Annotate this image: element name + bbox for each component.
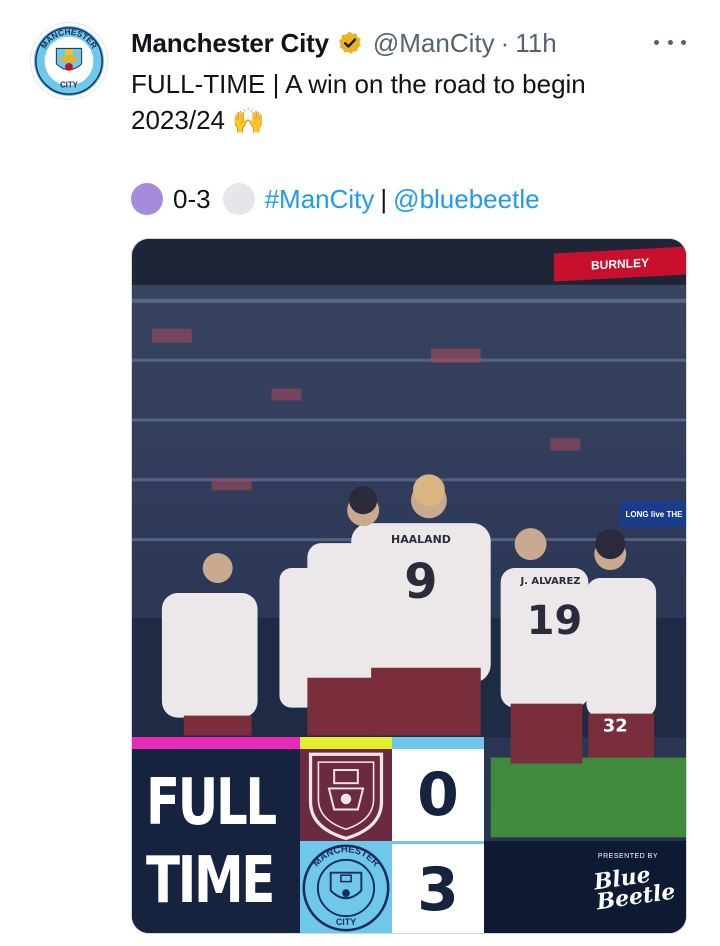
blue-beetle-logo: Blue Beetle	[592, 862, 677, 915]
timestamp[interactable]: 11h	[515, 28, 556, 59]
white-circle-icon	[222, 183, 255, 215]
full-time-panel: FULL TIME	[132, 749, 300, 933]
more-options-icon[interactable]	[654, 32, 686, 52]
city-crest-text-bottom: CITY	[336, 917, 356, 927]
tweet-text-line2-wrap: 2023/24 🙌	[131, 102, 691, 138]
city-crest-text-top: MANCHESTER	[311, 844, 381, 869]
hashtag-link[interactable]: #ManCity	[265, 184, 375, 215]
burnley-crest-icon	[308, 752, 384, 841]
ad-board: LONG live THE	[620, 501, 686, 527]
away-score: 3	[392, 841, 484, 933]
pink-strip	[132, 737, 300, 749]
time-word: TIME	[146, 844, 275, 918]
player-number-alvarez: 19	[527, 598, 582, 644]
display-name[interactable]: Manchester City	[131, 28, 329, 59]
more-dot	[667, 39, 673, 45]
player-number-haaland: 9	[404, 555, 437, 610]
tweet-text: FULL-TIME | A win on the road to begin 2…	[131, 66, 691, 138]
mention-link[interactable]: @bluebeetle	[393, 184, 539, 215]
man-city-crest-icon: MANCHESTER CITY	[302, 844, 390, 932]
handle[interactable]: @ManCity	[373, 28, 495, 59]
man-city-crest-icon: MANCHESTER CITY	[33, 25, 105, 97]
man-city-crest: MANCHESTER CITY	[300, 841, 392, 933]
avatar-text-bottom: CITY	[60, 80, 79, 89]
scoreboard: FULL TIME MANCHESTER CITY 0 3 PRESENTED …	[132, 737, 686, 933]
tweet-text-line1: FULL-TIME | A win on the road to begin	[131, 69, 586, 99]
more-dot	[681, 39, 686, 45]
raising-hands-emoji: 🙌	[232, 105, 265, 135]
tweet-text-line2: 2023/24	[131, 105, 225, 135]
burnley-crest	[300, 749, 392, 841]
avatar[interactable]: MANCHESTER CITY	[30, 22, 108, 100]
home-score: 0	[392, 749, 484, 841]
sponsor-panel: PRESENTED BY Blue Beetle	[484, 841, 686, 933]
player-name-alvarez: J. ALVAREZ	[519, 576, 580, 587]
verified-badge-icon	[338, 31, 361, 54]
more-dot	[654, 39, 659, 45]
score-tag-line: 0-3 #ManCity | @bluebeetle	[131, 180, 540, 218]
separator-dot: ·	[500, 27, 510, 58]
presented-by-text: PRESENTED BY	[597, 853, 658, 860]
player-name-haaland: HAALAND	[391, 533, 451, 546]
blue-strip	[392, 737, 484, 749]
pipe-separator: |	[380, 183, 388, 214]
tweet-media-image[interactable]: HAALAND 9 J. ALVAREZ 19 32 BURNLEY LONG …	[131, 238, 687, 934]
yellow-strip	[300, 737, 392, 749]
player-number-32: 32	[603, 716, 628, 737]
score-text: 0-3	[173, 183, 211, 214]
tweet[interactable]: MANCHESTER CITY Manchester City @ManCity…	[0, 0, 720, 946]
tweet-header: Manchester City @ManCity · 11h	[131, 26, 684, 60]
full-word: FULL	[146, 766, 277, 840]
purple-circle-icon	[131, 183, 163, 215]
svg-text:MANCHESTER: MANCHESTER	[311, 844, 381, 869]
